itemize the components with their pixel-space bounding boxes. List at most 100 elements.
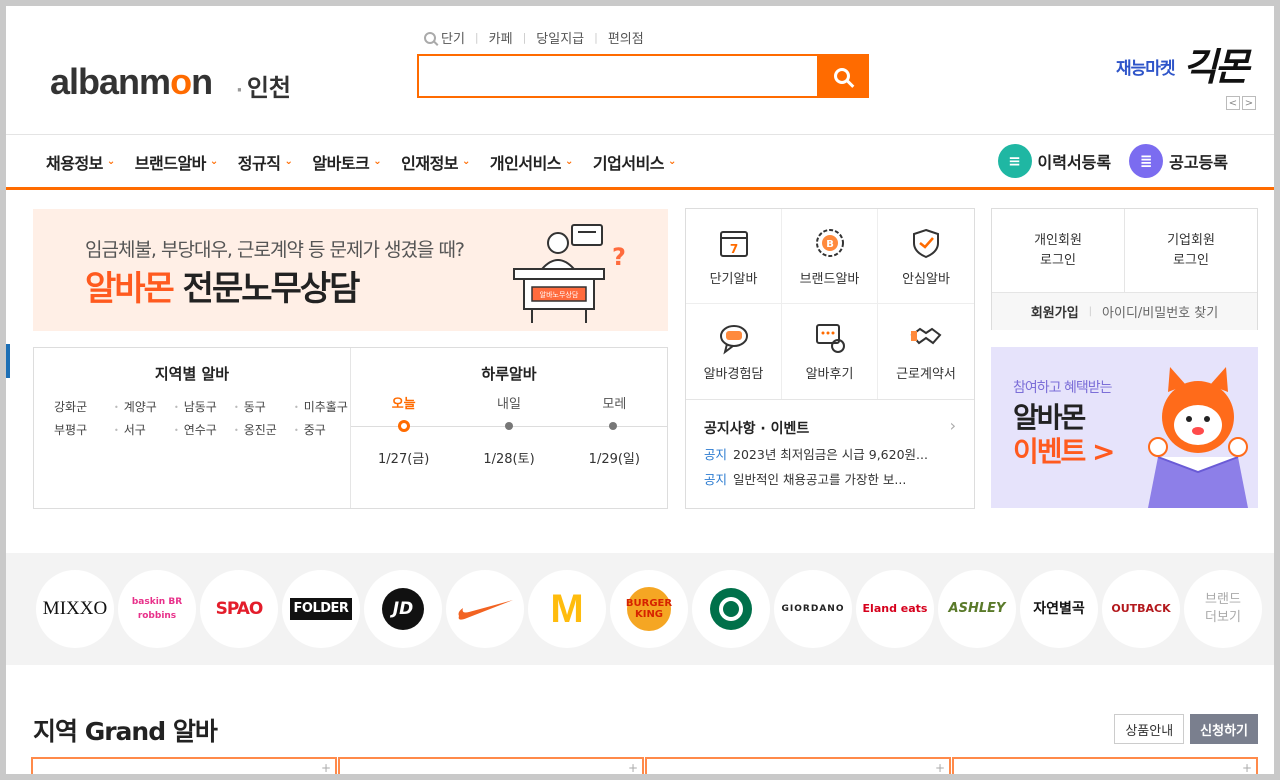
signup-link[interactable]: 회원가입 xyxy=(1031,302,1079,321)
register-resume-button[interactable]: ≡ 이력서등록 xyxy=(997,144,1111,178)
brand-mcdonalds[interactable]: M xyxy=(528,570,606,648)
brand-strip: MIXXO baskin BR robbins SPAO FOLDER JD M… xyxy=(6,553,1274,665)
service-review[interactable]: 알바후기 xyxy=(782,304,878,399)
product-info-button[interactable]: 상품안내 xyxy=(1114,714,1185,744)
notice-title[interactable]: 공지사항 · 이벤트 xyxy=(704,418,956,438)
quick-link-convenience-store[interactable]: 편의점 xyxy=(608,28,644,47)
region-link[interactable]: 계양구 xyxy=(114,398,174,415)
region-link[interactable]: 부평구 xyxy=(54,421,114,438)
brand-burger-king[interactable]: BURGER KING xyxy=(610,570,688,648)
grand-actions: 상품안내 신청하기 xyxy=(1114,714,1258,744)
service-short-term[interactable]: 7 단기알바 xyxy=(686,209,782,304)
chevron-right-icon[interactable]: › xyxy=(950,416,956,435)
gigmon-promo[interactable]: 재능마켓 긱몬 xyxy=(1116,36,1250,91)
event-title: 알바몬 이벤트 > xyxy=(1013,401,1115,468)
consult-desk-illustration: 알바노무상담 ? xyxy=(513,224,626,323)
region-link[interactable]: 남동구 xyxy=(174,398,234,415)
brand-giordano[interactable]: GIORDANO xyxy=(774,570,852,648)
nav-item-talk[interactable]: 알바토크 ⌄ xyxy=(312,150,381,174)
date-day-after[interactable]: 1/29(일) xyxy=(562,448,667,467)
service-experience[interactable]: 알바경험담 xyxy=(686,304,782,399)
chevron-down-icon: ⌄ xyxy=(373,156,382,167)
service-contract[interactable]: 근로계약서 xyxy=(878,304,974,399)
search-button[interactable] xyxy=(817,56,867,96)
document-icon: ≣ xyxy=(1129,144,1164,178)
svg-text:?: ? xyxy=(612,243,626,271)
brand-natural-byeolgok[interactable]: 자연별곡 xyxy=(1020,570,1098,648)
grand-job-card[interactable]: + xyxy=(952,757,1258,780)
plus-icon[interactable]: + xyxy=(935,761,945,775)
resume-icon: ≡ xyxy=(997,144,1032,178)
quick-link-cafe[interactable]: 카페 xyxy=(489,28,513,47)
event-banner[interactable]: 참여하고 혜택받는 알바몬 이벤트 > xyxy=(991,347,1258,508)
desk-sign-text: 알바노무상담 xyxy=(540,290,579,299)
promo-prev-button[interactable]: < xyxy=(1226,96,1240,110)
brand-outback[interactable]: OUTBACK xyxy=(1102,570,1180,648)
labor-consult-banner[interactable]: 임금체불, 부당대우, 근로계약 등 문제가 생겼을 때? 알바몬 전문노무상담… xyxy=(33,209,668,331)
search-icon xyxy=(424,31,436,44)
find-account-link[interactable]: 아이디/비밀번호 찾기 xyxy=(1102,302,1218,321)
nav-item-business-service[interactable]: 기업서비스 ⌄ xyxy=(593,150,676,174)
day-dates: 1/27(금) 1/28(토) 1/29(일) xyxy=(351,448,667,467)
albamon-logo[interactable]: albanmon xyxy=(50,61,213,103)
mascot-illustration xyxy=(1148,367,1248,508)
service-brand[interactable]: B 브랜드알바 xyxy=(782,209,878,304)
nav-item-talent[interactable]: 인재정보 ⌄ xyxy=(401,150,470,174)
date-tomorrow[interactable]: 1/28(토) xyxy=(456,448,561,467)
notice-item[interactable]: 공지 일반적인 채용공고를 가장한 보... xyxy=(704,469,956,488)
region-link[interactable]: 중구 xyxy=(294,421,344,438)
region-link[interactable]: 서구 xyxy=(114,421,174,438)
login-footer: 회원가입 | 아이디/비밀번호 찾기 xyxy=(992,293,1257,330)
plus-icon[interactable]: + xyxy=(321,761,331,775)
brand-nike[interactable] xyxy=(446,570,524,648)
banner-subtitle: 임금체불, 부당대우, 근로계약 등 문제가 생겼을 때? xyxy=(85,239,465,261)
nav-item-personal-service[interactable]: 개인서비스 ⌄ xyxy=(490,150,573,174)
gigmon-logo: 긱몬 xyxy=(1182,45,1250,89)
nav-actions: ≡ 이력서등록 ≣ 공고등록 xyxy=(997,144,1228,178)
login-buttons: 개인회원 로그인 기업회원 로그인 xyxy=(992,209,1257,293)
company-login-button[interactable]: 기업회원 로그인 xyxy=(1125,209,1257,292)
nav-item-brand[interactable]: 브랜드알바 ⌄ xyxy=(135,150,218,174)
notice-item[interactable]: 공지 2023년 최저임금은 시급 9,620원... xyxy=(704,444,956,463)
brand-ashley[interactable]: ASHLEY xyxy=(938,570,1016,648)
region-link[interactable]: 미추홀구 xyxy=(294,398,348,415)
service-safe[interactable]: 안심알바 xyxy=(878,209,974,304)
nav-item-fulltime[interactable]: 정규직 ⌄ xyxy=(238,150,293,174)
region-link[interactable]: 연수구 xyxy=(174,421,234,438)
plus-icon[interactable]: + xyxy=(1242,761,1252,775)
region-label[interactable]: · 인천 xyxy=(236,68,291,103)
plus-icon[interactable]: + xyxy=(628,761,638,775)
personal-login-button[interactable]: 개인회원 로그인 xyxy=(992,209,1125,292)
region-link[interactable]: 동구 xyxy=(234,398,294,415)
day-tab-day-after[interactable]: 모레 xyxy=(562,393,667,412)
grand-job-card[interactable]: + xyxy=(338,757,644,780)
brand-jd[interactable]: JD xyxy=(364,570,442,648)
grand-job-card[interactable]: + xyxy=(31,757,337,780)
quick-link-short[interactable]: 단기 xyxy=(441,28,465,47)
promo-next-button[interactable]: > xyxy=(1242,96,1256,110)
header: albanmon · 인천 단기 | 카페 | 당일지급 | 편의점 재능마켓 긱… xyxy=(6,6,1274,134)
region-jobs: 지역별 알바 강화군 계양구 남동구 동구 미추홀구 부평구 서구 연수구 옹진… xyxy=(34,348,351,508)
date-today[interactable]: 1/27(금) xyxy=(351,448,456,467)
day-tab-tomorrow[interactable]: 내일 xyxy=(456,393,561,412)
talk-bubble-icon xyxy=(719,325,748,355)
grand-job-card[interactable]: + xyxy=(645,757,951,780)
quick-link-same-day-pay[interactable]: 당일지급 xyxy=(536,28,584,47)
timeline-dot-day-after xyxy=(609,422,617,430)
brand-eland-eats[interactable]: Eland eats xyxy=(856,570,934,648)
service-shortcuts: 7 단기알바 B 브랜드알바 안심알바 알바경험담 알바후기 근로계약서 공지사… xyxy=(685,208,975,509)
region-link[interactable]: 옹진군 xyxy=(234,421,294,438)
search-input[interactable] xyxy=(419,56,817,96)
day-tabs: 오늘 내일 모레 xyxy=(351,393,667,412)
day-tab-today[interactable]: 오늘 xyxy=(351,393,456,412)
brand-mixxo[interactable]: MIXXO xyxy=(36,570,114,648)
brand-spao[interactable]: SPAO xyxy=(200,570,278,648)
apply-button[interactable]: 신청하기 xyxy=(1190,714,1258,744)
more-brands-button[interactable]: 브랜드 더보기 xyxy=(1184,570,1262,648)
brand-folder[interactable]: FOLDER xyxy=(282,570,360,648)
post-job-button[interactable]: ≣ 공고등록 xyxy=(1129,144,1228,178)
region-link[interactable]: 강화군 xyxy=(54,398,114,415)
brand-starbucks[interactable] xyxy=(692,570,770,648)
nav-item-jobs[interactable]: 채용정보 ⌄ xyxy=(46,150,115,174)
brand-baskin-robbins[interactable]: baskin BR robbins xyxy=(118,570,196,648)
